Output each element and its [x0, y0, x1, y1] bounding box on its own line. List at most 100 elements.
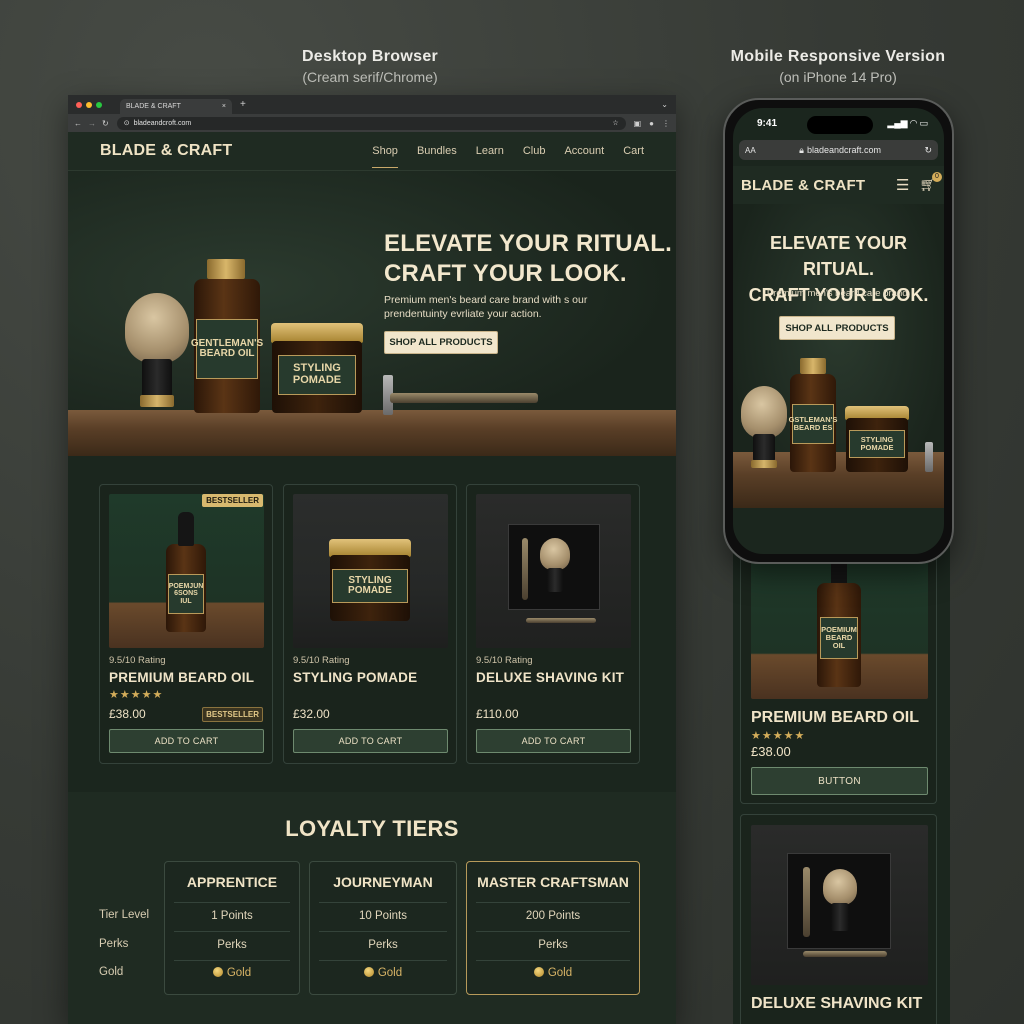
beard-oil-cap	[207, 259, 245, 279]
tier-gold-label: Gold	[226, 967, 252, 979]
browser-tab[interactable]: BLADE & CRAFT ×	[120, 99, 232, 114]
tier-name: APPRENTICE	[186, 874, 278, 890]
mobile-product-card-shaving-kit[interactable]: DELUXE SHAVING KIT	[740, 814, 937, 1024]
nav-learn[interactable]: Learn	[476, 135, 504, 167]
mobile-caption-title: Mobile Responsive Version	[730, 48, 946, 65]
tab-close-icon[interactable]: ×	[222, 103, 226, 110]
brush-base	[140, 395, 174, 407]
divider	[476, 960, 630, 961]
product-card-beard-oil[interactable]: POEMJUN 6SONS IUL BESTSELLER 9.5/10 Rati…	[99, 484, 273, 764]
nav-club[interactable]: Club	[523, 135, 546, 167]
kit-brush-handle	[831, 903, 849, 931]
shop-all-products-button[interactable]: SHOP ALL PRODUCTS	[384, 331, 498, 354]
brand-logo[interactable]: BLADE & CRAFT	[100, 142, 232, 160]
mobile-address-bar[interactable]: AA 🔒︎ bladeandcraft.com ↻	[739, 140, 938, 160]
dropper-cap	[178, 512, 194, 546]
row-label-gold: Gold	[99, 966, 124, 978]
pomade-jar-lid	[271, 323, 363, 343]
text-size-icon[interactable]: AA	[745, 146, 756, 155]
site-info-icon[interactable]: ⊙	[124, 119, 130, 127]
add-to-cart-button[interactable]: ADD TO CART	[109, 729, 264, 753]
mobile-product-card-beard-oil[interactable]: POEMIUM BEARD OIL PREMIUM BEARD OIL ★★★★…	[740, 524, 937, 804]
mobile-hero-title-line1: ELEVATE YOUR RITUAL.	[769, 233, 908, 279]
tier-points: 1 Points	[211, 910, 253, 922]
loose-razor	[803, 951, 887, 957]
mobile-razor-image	[925, 442, 933, 472]
tab-list-chevron-icon[interactable]: ⌄	[661, 100, 668, 109]
product-rating: 9.5/10 Rating	[109, 655, 166, 666]
beard-oil-bottle-label: POEMJUN 6SONS IUL	[168, 574, 204, 614]
nav-bundles[interactable]: Bundles	[417, 135, 457, 167]
mobile-shop-all-products-button[interactable]: SHOP ALL PRODUCTS	[779, 316, 895, 340]
star-rating: ★★★★★	[109, 689, 164, 701]
bestseller-badge-top: BESTSELLER	[202, 494, 263, 507]
sidebar-icon[interactable]: ▣	[634, 119, 642, 128]
dynamic-island	[807, 116, 873, 134]
mobile-product-name[interactable]: PREMIUM BEARD OIL	[751, 709, 919, 727]
profile-icon[interactable]: ●	[649, 119, 654, 128]
mobile-site-header: BLADE & CRAFT ☰ 🛒︎ 0	[733, 166, 944, 204]
bestseller-badge: BESTSELLER	[202, 707, 263, 722]
product-card-pomade[interactable]: STYLING POMADE 9.5/10 Rating STYLING POM…	[283, 484, 457, 764]
tier-name: MASTER CRAFTSMAN	[477, 874, 629, 890]
close-window-dot[interactable]	[76, 101, 82, 108]
tier-perks: Perks	[368, 939, 398, 951]
add-to-cart-button[interactable]: ADD TO CART	[293, 729, 448, 753]
kit-razor	[803, 867, 810, 937]
tier-master-craftsman[interactable]: MASTER CRAFTSMAN 200 Points Perks Gold	[466, 861, 640, 995]
product-card-shaving-kit[interactable]: 9.5/10 Rating DELUXE SHAVING KIT £110.00…	[466, 484, 640, 764]
product-image-shaving-kit[interactable]	[476, 494, 631, 648]
mobile-beard-oil-bottle: POEMIUM BEARD OIL	[817, 583, 861, 687]
forward-icon[interactable]: →	[88, 119, 96, 128]
reload-icon[interactable]: ↻	[102, 119, 109, 128]
row-label-perks: Perks	[99, 938, 129, 950]
pomade-jar-label: STYLING POMADE	[332, 569, 408, 603]
mobile-reload-icon[interactable]: ↻	[924, 145, 932, 156]
tier-gold: Gold	[310, 967, 456, 979]
mobile-add-to-cart-button[interactable]: BUTTON	[751, 767, 928, 795]
browser-toolbar-icons: ▣ ● ⋮	[634, 119, 670, 128]
product-rating: 9.5/10 Rating	[476, 655, 533, 666]
browser-tab-title: BLADE & CRAFT	[126, 103, 181, 110]
nav-account[interactable]: Account	[564, 135, 604, 167]
gold-coin-icon	[212, 967, 223, 977]
iphone-frame: 9:41 ▂▄▆ ◠ ▭ AA 🔒︎ bladeandcraft.com ↻ B…	[723, 98, 954, 564]
address-bar[interactable]: ⊙ bladeandcroft.com ☆	[116, 116, 626, 130]
maximize-window-dot[interactable]	[96, 101, 102, 108]
hamburger-menu-icon[interactable]: ☰	[896, 176, 909, 194]
mobile-extended-content: POEMIUM BEARD OIL PREMIUM BEARD OIL ★★★★…	[733, 520, 950, 1024]
tier-journeyman[interactable]: JOURNEYMAN 10 Points Perks Gold	[309, 861, 457, 995]
mobile-shaving-brush-image	[741, 386, 787, 438]
pomade-jar: STYLING POMADE	[330, 555, 410, 621]
tier-perks: Perks	[538, 939, 568, 951]
bookmark-star-icon[interactable]: ☆	[612, 119, 618, 127]
mobile-hero-pomade-label: STYLING POMADE	[849, 430, 905, 458]
beard-oil-bottle: POEMJUN 6SONS IUL	[166, 544, 206, 632]
cart-icon[interactable]: 🛒︎ 0	[919, 172, 942, 193]
product-name[interactable]: DELUXE SHAVING KIT	[476, 670, 624, 685]
new-tab-icon[interactable]: +	[240, 99, 246, 110]
minimize-window-dot[interactable]	[86, 101, 92, 108]
browser-toolbar: ← → ↻ ⊙ bladeandcroft.com ☆ ▣ ● ⋮	[68, 114, 676, 132]
mobile-caption: Mobile Responsive Version (on iPhone 14 …	[716, 48, 960, 85]
product-name[interactable]: STYLING POMADE	[293, 670, 417, 685]
back-icon[interactable]: ←	[74, 119, 82, 128]
divider	[174, 960, 290, 961]
product-image-pomade[interactable]: STYLING POMADE	[293, 494, 448, 648]
product-image-beard-oil[interactable]: POEMJUN 6SONS IUL	[109, 494, 264, 648]
desktop-browser-window: BLADE & CRAFT × + ⌄ ← → ↻ ⊙ bladeandcrof…	[68, 95, 676, 1024]
add-to-cart-button[interactable]: ADD TO CART	[476, 729, 631, 753]
beard-oil-label: GENTLEMAN'S BEARD OIL	[191, 319, 263, 379]
mobile-product-image-shaving-kit[interactable]	[751, 825, 928, 985]
tier-perks: Perks	[217, 939, 247, 951]
mobile-brand-logo[interactable]: BLADE & CRAFT	[741, 177, 865, 194]
nav-cart[interactable]: Cart	[623, 135, 644, 167]
nav-shop[interactable]: Shop	[372, 135, 398, 168]
browser-tab-bar: BLADE & CRAFT × + ⌄	[68, 95, 676, 114]
mobile-brush-base	[751, 460, 777, 468]
tier-apprentice[interactable]: APPRENTICE 1 Points Perks Gold	[164, 861, 300, 995]
mobile-product-name[interactable]: DELUXE SHAVING KIT	[751, 995, 922, 1013]
product-name[interactable]: PREMIUM BEARD OIL	[109, 670, 254, 685]
menu-kebab-icon[interactable]: ⋮	[662, 119, 670, 128]
shaving-brush-image	[125, 293, 189, 363]
